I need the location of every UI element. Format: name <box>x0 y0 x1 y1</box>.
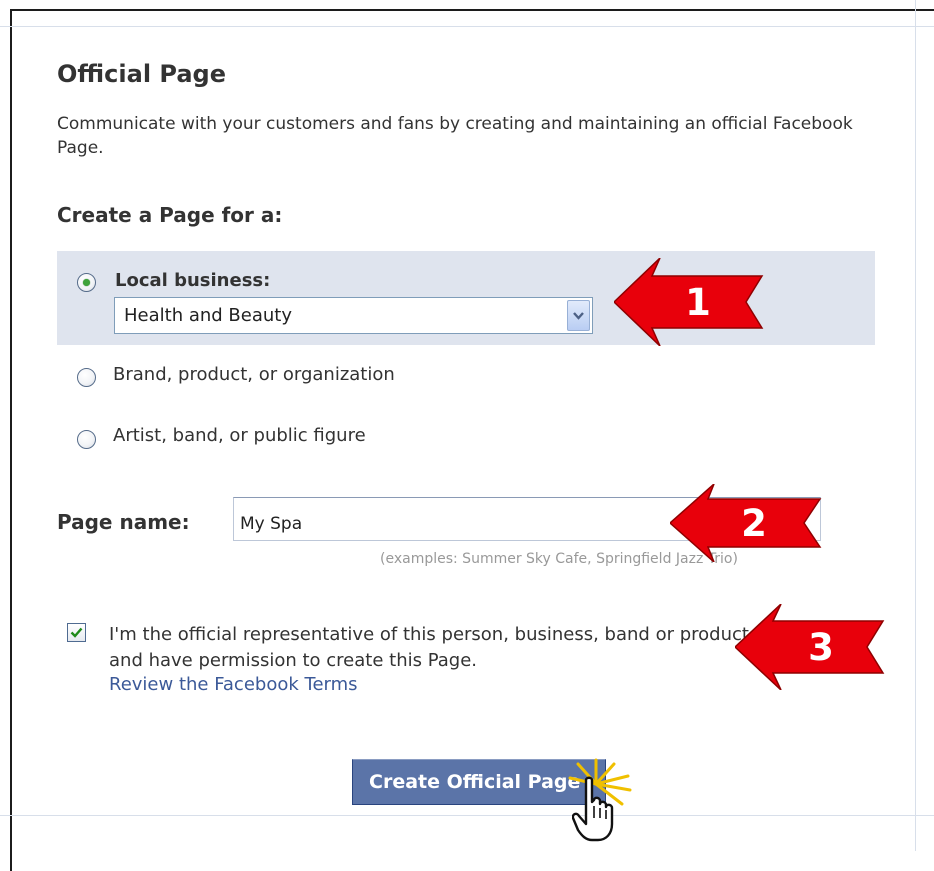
right-divider <box>915 0 916 851</box>
create-for-heading: Create a Page for a: <box>57 203 283 227</box>
radio-selected-dot <box>83 279 90 286</box>
radio-brand[interactable] <box>77 368 96 387</box>
callout-arrow-1-icon: 1 <box>614 258 764 346</box>
option-artist-label: Artist, band, or public figure <box>113 425 366 446</box>
callout-number-2: 2 <box>741 502 767 545</box>
option-local-business-label: Local business: <box>115 270 271 291</box>
callout-arrow-3-icon: 3 <box>735 604 885 690</box>
bottom-divider <box>0 815 934 816</box>
category-select[interactable]: Health and Beauty <box>114 297 593 334</box>
option-brand-label: Brand, product, or organization <box>113 364 395 385</box>
radio-local-business[interactable] <box>77 273 96 292</box>
callout-arrow-2-icon: 2 <box>670 484 822 562</box>
hand-cursor-icon <box>572 776 614 842</box>
checkmark-icon <box>70 627 83 638</box>
agreement-text: I'm the official representative of this … <box>109 624 749 671</box>
page-description: Communicate with your customers and fans… <box>57 114 853 158</box>
radio-artist[interactable] <box>77 430 96 449</box>
official-representative-checkbox[interactable] <box>67 623 86 642</box>
page-title: Official Page <box>57 60 226 88</box>
facebook-terms-link[interactable]: Review the Facebook Terms <box>109 674 358 695</box>
callout-number-3: 3 <box>808 626 834 669</box>
category-select-value: Health and Beauty <box>124 305 292 326</box>
top-divider <box>0 26 934 27</box>
chevron-down-icon[interactable] <box>567 300 590 331</box>
page-name-label: Page name: <box>57 510 190 534</box>
callout-number-1: 1 <box>685 281 711 324</box>
